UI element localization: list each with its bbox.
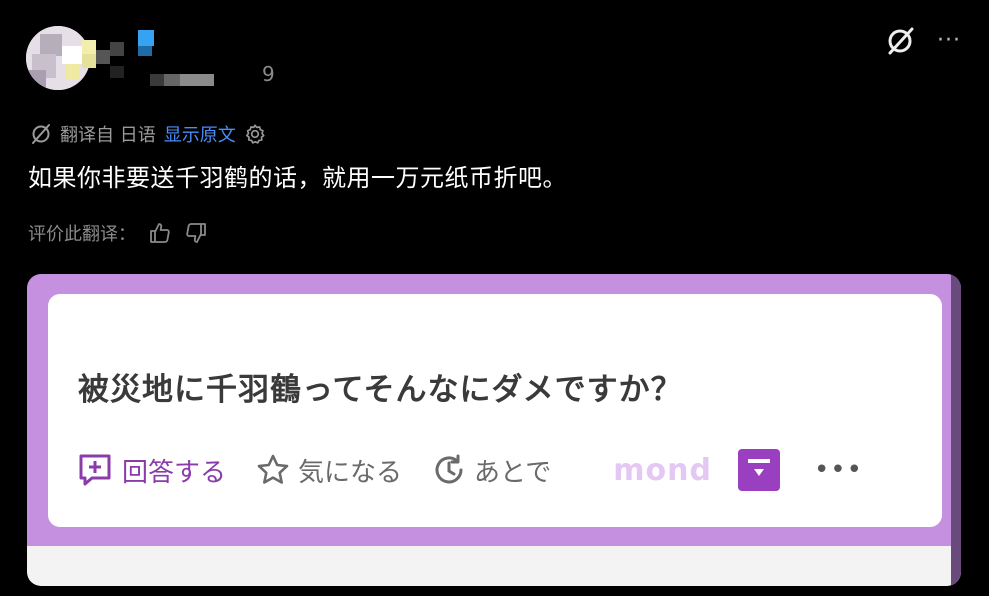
answer-label: 回答する — [122, 457, 227, 488]
translated-text: 如果你非要送千羽鹤的话，就用一万元纸币折吧。 — [28, 164, 567, 192]
slashed-circle-icon — [32, 124, 50, 144]
mond-watermark: mond — [613, 452, 712, 488]
rate-translation: 评价此翻译： — [28, 220, 208, 246]
more-icon[interactable]: ••• — [814, 455, 863, 485]
question-actions: 回答する 気になる あとで mond ••• — [78, 446, 912, 494]
answer-icon — [79, 454, 111, 486]
post-header-actions: ··· — [885, 26, 961, 56]
archive-button[interactable] — [737, 449, 780, 491]
translated-from-label: 翻译自 日语 — [60, 125, 156, 146]
archive-icon — [747, 459, 770, 476]
thumbs-up-icon[interactable] — [148, 221, 172, 245]
more-icon[interactable]: ··· — [937, 30, 961, 52]
later-label: あとで — [474, 457, 552, 488]
thumbs-down-icon[interactable] — [184, 221, 208, 245]
reaction-count: 9 — [262, 62, 275, 86]
watch-label: 気になる — [298, 457, 403, 488]
question-card: 被災地に千羽鶴ってそんなにダメですか？ 回答する 気になる あとで mond •… — [48, 294, 942, 527]
question-title: 被災地に千羽鶴ってそんなにダメですか？ — [78, 372, 683, 408]
image-lower-strip — [27, 546, 961, 586]
answer-button[interactable]: 回答する — [78, 452, 226, 489]
show-original-link[interactable]: 显示原文 — [164, 121, 236, 147]
attached-image[interactable]: 被災地に千羽鶴ってそんなにダメですか？ 回答する 気になる あとで mond •… — [27, 274, 961, 586]
avatar[interactable] — [26, 26, 90, 90]
gear-icon[interactable] — [244, 123, 266, 145]
rate-label: 评价此翻译： — [28, 224, 136, 245]
star-icon — [257, 454, 289, 484]
watch-button[interactable]: 気になる — [256, 452, 402, 489]
image-edge — [951, 274, 961, 586]
translation-info: 翻译自 日语 显示原文 — [30, 121, 266, 147]
later-button[interactable]: あとで — [432, 452, 551, 489]
slashed-circle-icon[interactable] — [885, 26, 915, 56]
clock-icon — [435, 454, 463, 484]
